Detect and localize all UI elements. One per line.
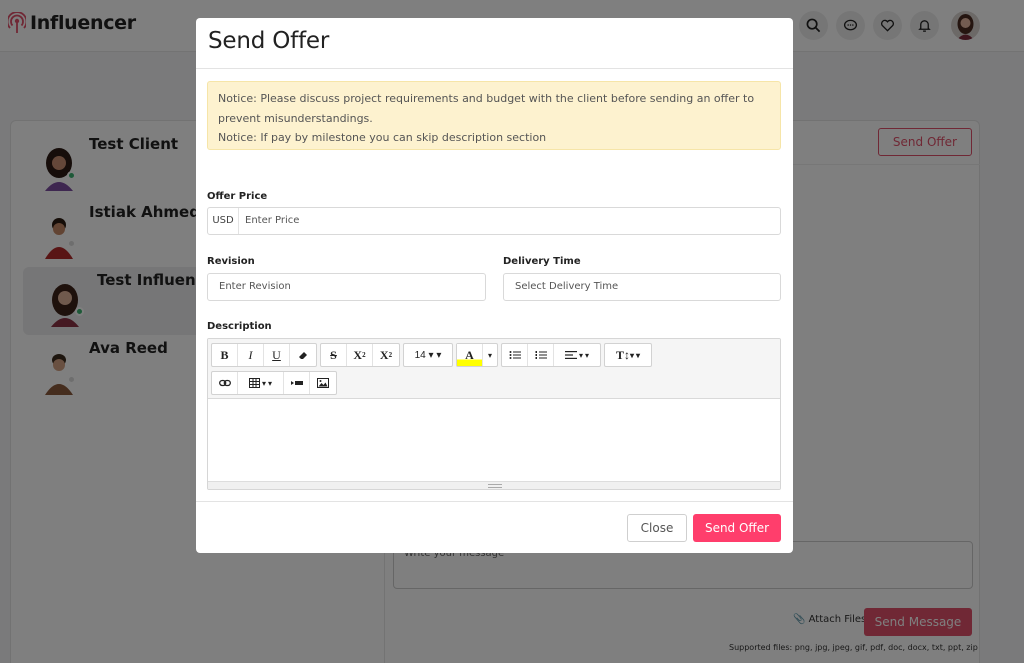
image-icon[interactable] (310, 372, 336, 394)
notice-text-2: Notice: If pay by milestone you can skip… (218, 131, 547, 144)
horizontal-rule-icon[interactable] (284, 372, 310, 394)
table-icon[interactable]: ▾ ▾ (238, 372, 284, 394)
notice-text-1: Notice: Please discuss project requireme… (218, 92, 755, 125)
revision-label: Revision (207, 256, 255, 267)
numbered-list-icon[interactable] (528, 344, 554, 366)
italic-icon[interactable]: I (238, 344, 264, 366)
price-input[interactable]: Enter Price (239, 208, 299, 234)
revision-input[interactable]: Enter Revision (207, 273, 486, 301)
chevron-down-icon[interactable]: ▾ (483, 344, 497, 366)
notice-box: Notice: Please discuss project requireme… (207, 81, 781, 150)
line-height-icon[interactable]: T↕ ▾ ▾ (605, 344, 651, 366)
editor-toolbar: B I U S X2 X2 14 ▾ ▾ A ▾ ▾ ▾ T↕ ▾ ▾ ▾ ▾ (208, 339, 780, 399)
modal-footer: Close Send Offer (196, 501, 793, 553)
offer-price-label: Offer Price (207, 191, 268, 202)
underline-icon[interactable]: U (264, 344, 290, 366)
delivery-time-label: Delivery Time (503, 256, 581, 267)
modal-header: Send Offer (196, 18, 793, 69)
bullet-list-icon[interactable] (502, 344, 528, 366)
close-button[interactable]: Close (627, 514, 687, 542)
rich-text-editor: B I U S X2 X2 14 ▾ ▾ A ▾ ▾ ▾ T↕ ▾ ▾ ▾ ▾ (207, 338, 781, 490)
link-icon[interactable] (212, 372, 238, 394)
description-label: Description (207, 321, 272, 332)
editor-content-area[interactable] (208, 399, 780, 481)
font-size-value: 14 (414, 349, 426, 361)
send-offer-submit-button[interactable]: Send Offer (693, 514, 781, 542)
bold-icon[interactable]: B (212, 344, 238, 366)
delivery-time-select[interactable]: Select Delivery Time (503, 273, 781, 301)
currency-addon: USD (208, 208, 239, 234)
align-dropdown-icon[interactable]: ▾ ▾ (554, 344, 600, 366)
text-color-icon[interactable]: A (457, 344, 483, 366)
send-offer-modal: Send Offer Notice: Please discuss projec… (196, 18, 793, 553)
strikethrough-icon[interactable]: S (321, 344, 347, 366)
superscript-icon[interactable]: X2 (347, 344, 373, 366)
grip-icon (488, 484, 502, 488)
subscript-icon[interactable]: X2 (373, 344, 399, 366)
offer-price-field[interactable]: USD Enter Price (207, 207, 781, 235)
editor-resize-handle[interactable] (208, 481, 780, 489)
font-size-dropdown[interactable]: 14 ▾ ▾ (404, 344, 452, 366)
modal-title: Send Offer (208, 28, 330, 54)
eraser-icon[interactable] (290, 344, 316, 366)
